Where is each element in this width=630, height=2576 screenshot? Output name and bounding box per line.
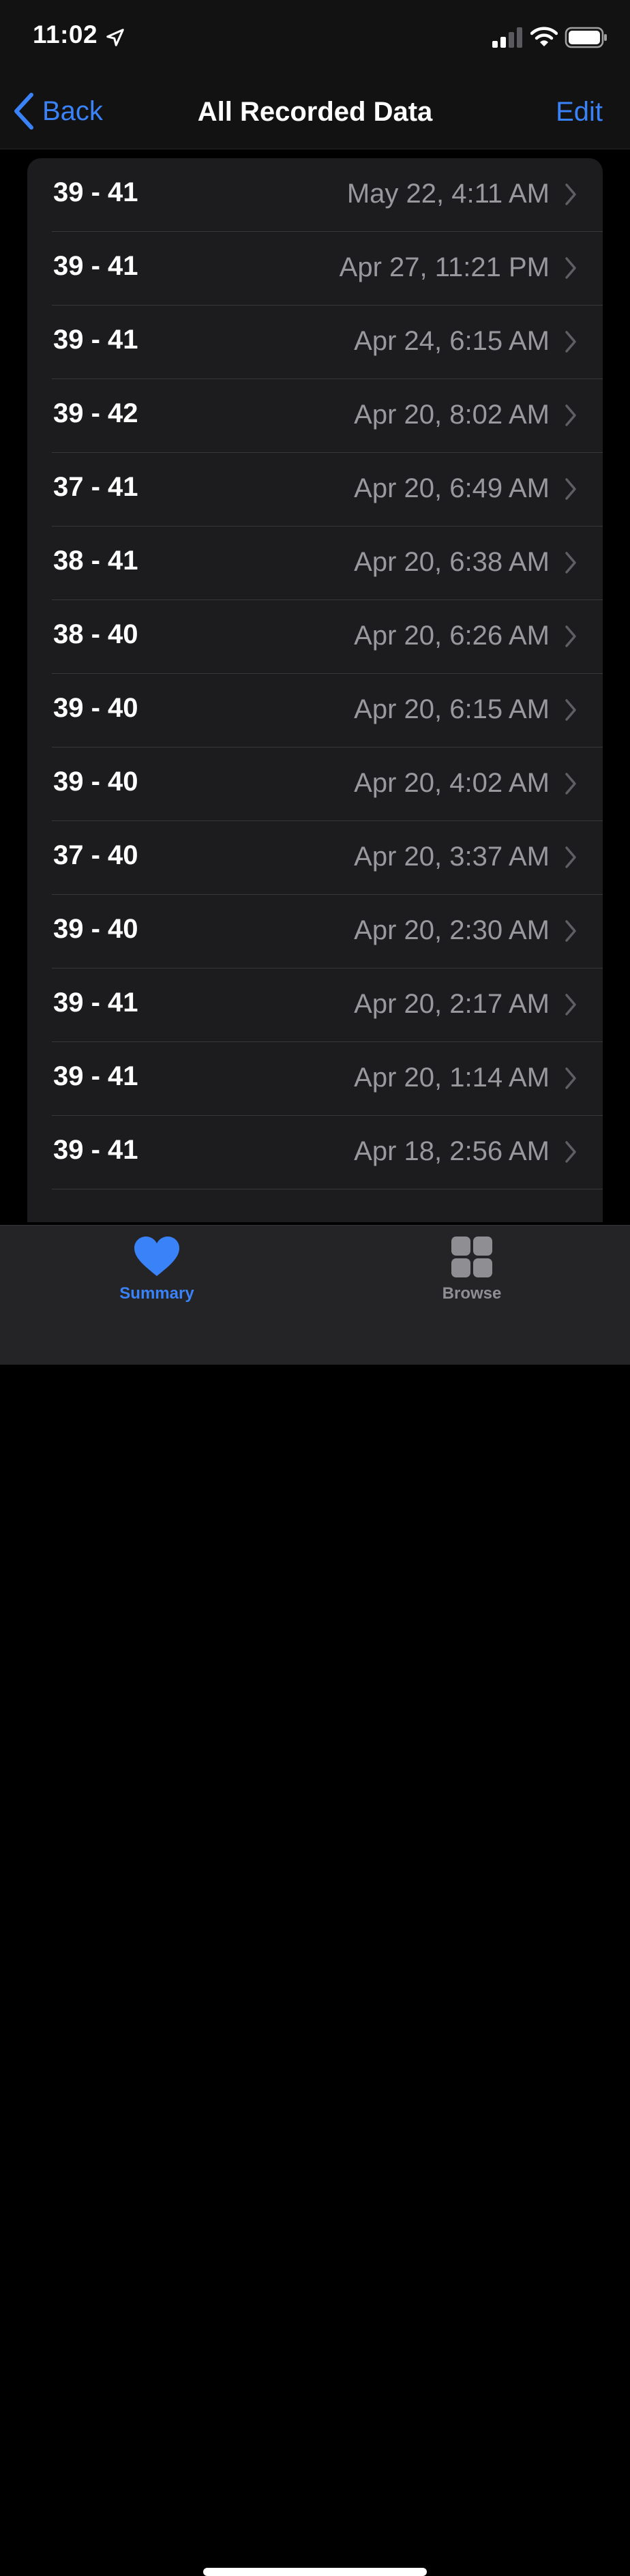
tab-browse-label: Browse [442,1284,502,1303]
chevron-right-icon [565,183,576,205]
list-item[interactable]: 38 - 40 Apr 20, 6:26 AM [27,600,603,674]
list-item[interactable]: 39 - 41 Apr 20, 2:17 AM [27,968,603,1042]
cellular-signal-icon [492,27,522,48]
record-date: Apr 24, 6:15 AM [354,326,550,356]
list-item[interactable]: 39 - 41 Apr 20, 1:14 AM [27,1042,603,1116]
record-value: 39 - 41 [53,1061,138,1091]
list-item[interactable]: 39 - 42 Apr 20, 8:02 AM [27,379,603,453]
status-bar: 11:02 [0,0,630,75]
record-value: 37 - 40 [53,840,138,870]
chevron-right-icon [565,1141,576,1163]
tab-browse[interactable]: Browse [397,1235,547,1310]
record-value: 39 - 40 [53,693,138,723]
record-value: 39 - 41 [53,251,138,281]
list-item[interactable]: 39 - 41 May 22, 4:11 AM [27,158,603,232]
record-date: May 22, 4:11 AM [346,179,550,209]
record-date: Apr 20, 1:14 AM [354,1063,550,1093]
record-date: Apr 20, 6:38 AM [354,547,550,577]
wifi-icon [530,27,558,46]
list-item[interactable]: 39 - 41 Apr 18, 2:56 AM [27,1116,603,1189]
list-item[interactable]: 38 - 41 Apr 20, 6:38 AM [27,527,603,600]
list-item[interactable]: 39 - 40 Apr 20, 2:30 AM [27,895,603,968]
navigation-bar: Back All Recorded Data Edit [0,75,630,149]
list-item[interactable]: 39 - 40 Apr 20, 4:02 AM [27,747,603,821]
heart-icon [134,1237,179,1276]
tab-summary-label: Summary [119,1284,194,1303]
list-item[interactable]: 39 - 41 Apr 24, 6:15 AM [27,306,603,379]
chevron-right-icon [565,404,576,426]
record-date: Apr 20, 2:30 AM [354,915,550,945]
chevron-right-icon [565,625,576,647]
record-date: Apr 20, 6:15 AM [354,694,550,724]
chevron-right-icon [565,846,576,868]
list-item[interactable]: 39 - 41 Apr 27, 11:21 PM [27,232,603,306]
record-value: 38 - 40 [53,619,138,649]
record-date: Apr 20, 6:49 AM [354,473,550,503]
chevron-right-icon [565,920,576,942]
location-arrow-icon [106,29,124,46]
list-item[interactable]: 37 - 41 Apr 20, 6:49 AM [27,453,603,527]
record-date: Apr 20, 3:37 AM [354,842,550,872]
tab-summary[interactable]: Summary [82,1235,232,1310]
edit-button[interactable]: Edit [556,97,603,128]
chevron-right-icon [565,699,576,721]
chevron-right-icon [565,552,576,574]
record-value: 37 - 41 [53,472,138,502]
list-item[interactable]: 37 - 40 Apr 20, 3:37 AM [27,821,603,895]
tab-bar: Summary Browse [0,1225,630,2576]
records-list: 39 - 41 May 22, 4:11 AM 39 - 41 Apr 27, … [27,158,603,1222]
record-date: Apr 20, 8:02 AM [354,400,550,430]
record-date: Apr 20, 6:26 AM [354,621,550,651]
record-value: 39 - 41 [53,325,138,355]
page-title: All Recorded Data [197,97,433,127]
battery-icon [565,27,607,48]
record-value: 38 - 41 [53,546,138,576]
record-value: 39 - 41 [53,177,138,207]
chevron-right-icon [565,478,576,500]
grid-icon [451,1237,492,1277]
record-date: Apr 27, 11:21 PM [339,252,550,282]
record-value: 39 - 42 [53,398,138,428]
chevron-right-icon [565,257,576,279]
record-date: Apr 18, 2:56 AM [354,1136,550,1166]
record-value: 39 - 40 [53,767,138,797]
chevron-right-icon [565,331,576,353]
record-value: 39 - 41 [53,1135,138,1165]
home-indicator[interactable] [203,2568,427,2576]
chevron-right-icon [565,1067,576,1089]
record-value: 39 - 41 [53,988,138,1018]
record-value: 39 - 40 [53,914,138,944]
chevron-right-icon [565,773,576,795]
record-date: Apr 20, 2:17 AM [354,989,550,1019]
list-item[interactable]: 39 - 40 Apr 20, 6:15 AM [27,674,603,747]
record-date: Apr 20, 4:02 AM [354,768,550,798]
status-time: 11:02 [33,20,98,48]
chevron-right-icon [565,994,576,1016]
